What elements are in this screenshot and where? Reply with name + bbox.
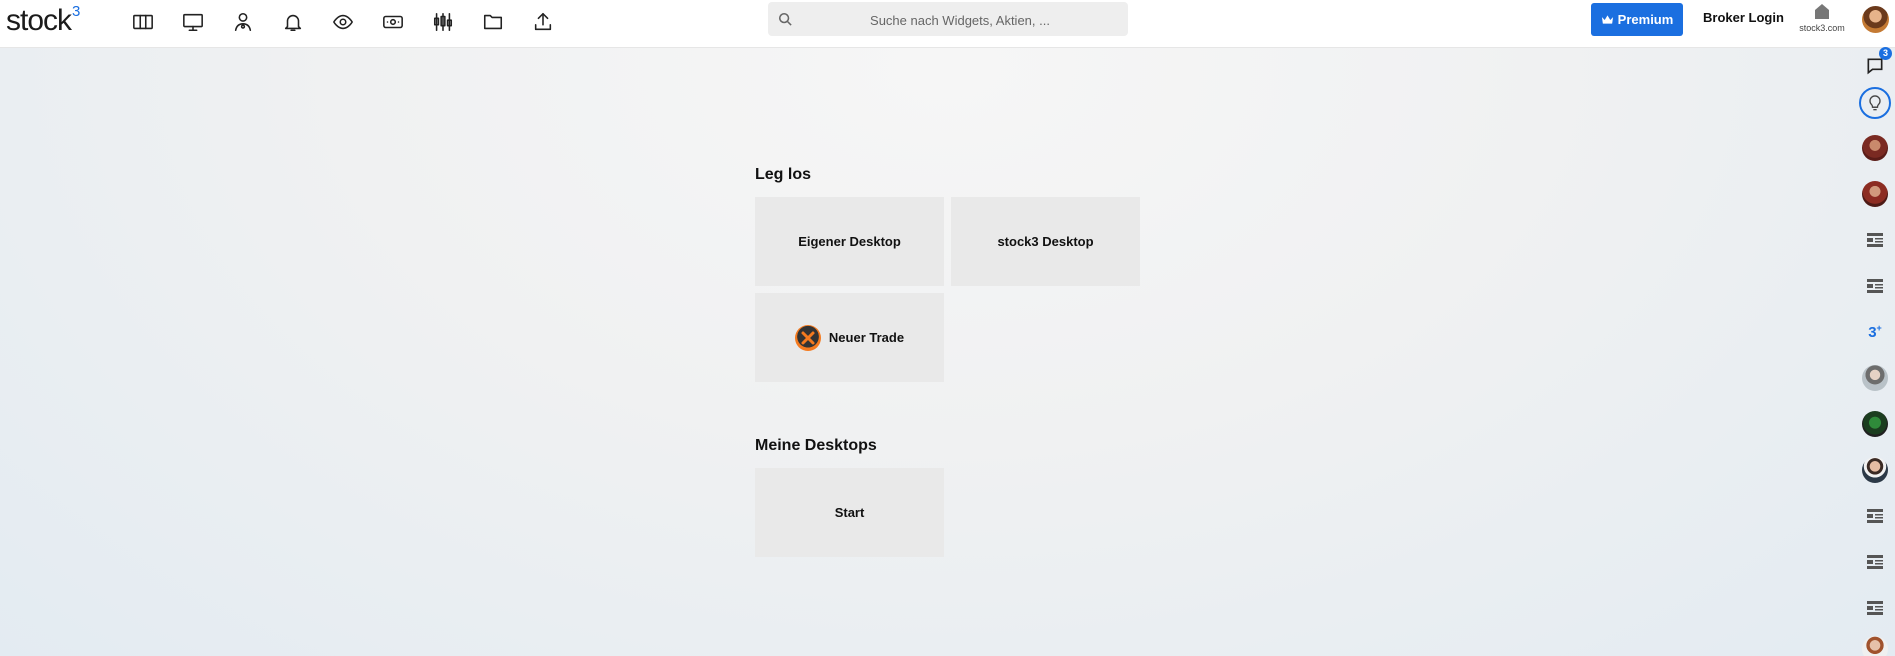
stock3-desktop-tile[interactable]: stock3 Desktop	[951, 197, 1140, 286]
lightbulb-icon	[1869, 95, 1881, 111]
candlestick-chart-icon[interactable]	[429, 8, 457, 36]
sidebar-widget-1[interactable]	[1860, 225, 1890, 255]
getting-started-title: Leg los	[755, 166, 812, 183]
sidebar-avatar-6[interactable]	[1860, 636, 1890, 656]
sidebar-three-plus[interactable]: 3+	[1860, 317, 1890, 347]
top-bar: stock3 Premium Broker Login stock3.com	[0, 0, 1895, 48]
sidebar-avatar-5[interactable]	[1860, 455, 1890, 485]
search-icon	[778, 12, 792, 26]
stock3-home-link[interactable]: stock3.com	[1796, 3, 1848, 37]
columns-icon[interactable]	[129, 8, 157, 36]
desktop-start-label: Start	[834, 505, 865, 520]
bell-icon[interactable]	[279, 8, 307, 36]
three-plus-label: 3	[1868, 324, 1877, 341]
sidebar-widget-2[interactable]	[1860, 271, 1890, 301]
my-desktops-title: Meine Desktops	[755, 437, 877, 454]
user-icon[interactable]	[229, 8, 257, 36]
avatar	[1862, 135, 1888, 161]
banknote-icon[interactable]	[379, 8, 407, 36]
own-desktop-tile[interactable]: Eigener Desktop	[755, 197, 944, 286]
new-trade-label: Neuer Trade	[828, 330, 905, 345]
home-link-label: stock3.com	[1799, 23, 1845, 33]
avatar	[1862, 636, 1888, 656]
search-input[interactable]	[798, 2, 1122, 38]
logo-superscript: 3	[72, 3, 80, 20]
desktop-start-tile[interactable]: Start	[755, 468, 944, 557]
three-plus-sup: +	[1876, 323, 1882, 333]
avatar	[1862, 411, 1888, 437]
house-icon	[1815, 4, 1829, 19]
widget-list-icon	[1867, 509, 1883, 523]
crown-icon	[1601, 15, 1613, 24]
logo-text: stock	[6, 4, 72, 37]
sidebar-avatar-2[interactable]	[1860, 179, 1890, 209]
upload-icon[interactable]	[529, 8, 557, 36]
trade-x-icon	[794, 324, 821, 351]
premium-button[interactable]: Premium	[1591, 3, 1683, 36]
widget-list-icon	[1867, 601, 1883, 615]
stock3-logo[interactable]: stock3	[6, 3, 80, 38]
sidebar-notifications[interactable]: 3	[1860, 47, 1892, 81]
sidebar-widget-5[interactable]	[1860, 593, 1890, 623]
own-desktop-label: Eigener Desktop	[798, 234, 901, 249]
avatar	[1862, 457, 1888, 483]
eye-icon[interactable]	[329, 8, 357, 36]
sidebar-widget-3[interactable]	[1860, 501, 1890, 531]
search-box[interactable]	[768, 2, 1128, 38]
notification-badge: 3	[1879, 47, 1892, 60]
premium-label: Premium	[1617, 12, 1674, 27]
avatar	[1862, 181, 1888, 207]
new-trade-tile[interactable]: Neuer Trade	[755, 293, 944, 382]
widget-list-icon	[1867, 233, 1883, 247]
right-sidebar: 3 3+	[1856, 47, 1895, 656]
sidebar-widget-4[interactable]	[1860, 547, 1890, 577]
widget-list-icon	[1867, 279, 1883, 293]
monitor-icon[interactable]	[179, 8, 207, 36]
sidebar-avatar-4[interactable]	[1860, 409, 1890, 439]
folder-icon[interactable]	[479, 8, 507, 36]
sidebar-ideas[interactable]	[1859, 87, 1891, 119]
avatar	[1862, 365, 1888, 391]
sidebar-avatar-1[interactable]	[1860, 133, 1890, 163]
stock3-desktop-label: stock3 Desktop	[997, 234, 1094, 249]
sidebar-avatar-3[interactable]	[1860, 363, 1890, 393]
broker-login-link[interactable]: Broker Login	[1703, 10, 1784, 25]
user-avatar[interactable]	[1862, 6, 1889, 33]
widget-list-icon	[1867, 555, 1883, 569]
three-plus-icon: 3+	[1868, 323, 1882, 341]
